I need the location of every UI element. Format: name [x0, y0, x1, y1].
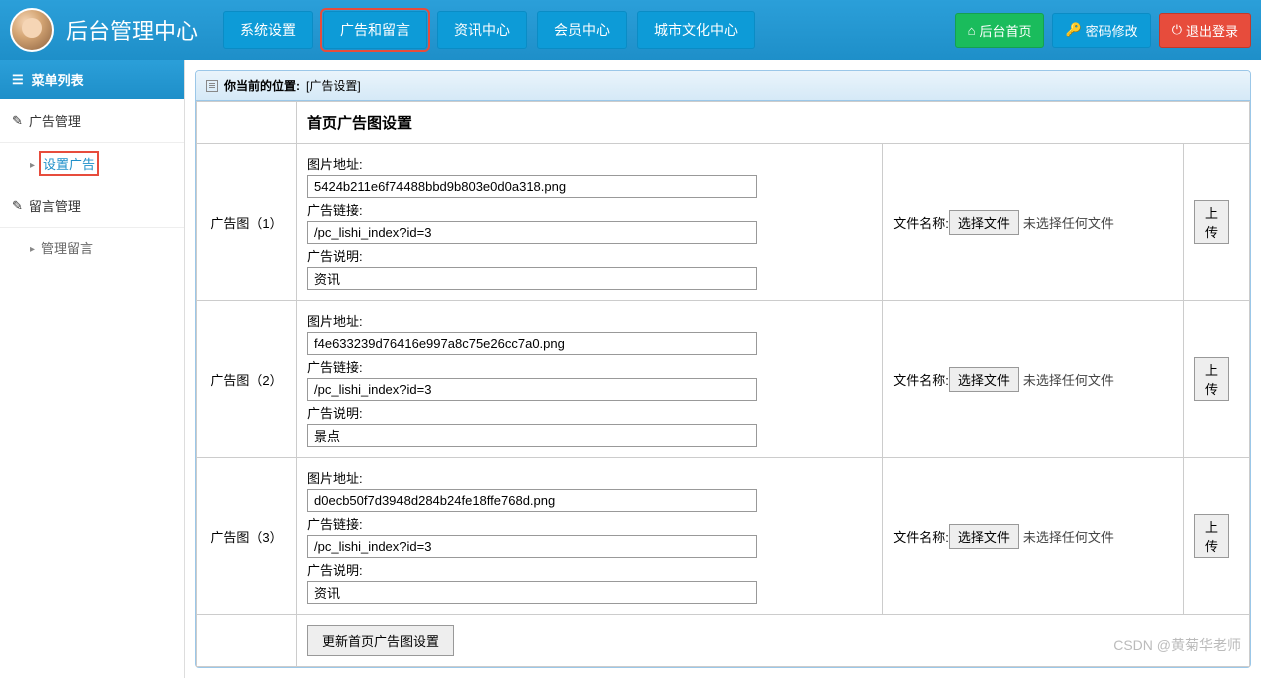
app-title: 后台管理中心 — [66, 14, 198, 46]
nav-city-culture[interactable]: 城市文化中心 — [637, 11, 755, 49]
ad-link-label: 广告链接: — [307, 514, 872, 533]
file-status: 未选择任何文件 — [1023, 373, 1114, 388]
img-addr-label: 图片地址: — [307, 468, 872, 487]
sidebar-item-label: 留言管理 — [29, 196, 81, 215]
power-icon: ⏻ — [1172, 22, 1182, 38]
choose-file-button[interactable]: 选择文件 — [949, 524, 1019, 549]
ad-desc-label: 广告说明: — [307, 246, 872, 265]
file-name-label: 文件名称: — [893, 530, 949, 545]
upload-button[interactable]: 上 传 — [1194, 357, 1229, 401]
ad-desc-input[interactable] — [307, 267, 757, 290]
img-addr-input[interactable] — [307, 489, 757, 512]
img-addr-label: 图片地址: — [307, 311, 872, 330]
ad-row-label: 广告图（2） — [197, 301, 297, 458]
sidebar-item-msg-manage[interactable]: 留言管理 — [0, 184, 184, 228]
ad-fields-cell: 图片地址: 广告链接: 广告说明: — [297, 144, 883, 301]
caret-icon — [30, 156, 35, 171]
key-icon: 🔑 — [1065, 22, 1081, 38]
nav-ads-messages[interactable]: 广告和留言 — [323, 11, 427, 49]
logout-button-label: 退出登录 — [1186, 21, 1238, 40]
sidebar-sub-label: 管理留言 — [41, 238, 93, 257]
watermark: CSDN @黄菊华老师 — [1113, 635, 1241, 655]
file-cell: 文件名称:选择文件未选择任何文件 — [883, 458, 1184, 615]
img-addr-input[interactable] — [307, 175, 757, 198]
ad-link-input[interactable] — [307, 535, 757, 558]
empty-cell — [197, 102, 297, 144]
sidebar-header: 菜单列表 — [0, 60, 184, 99]
caret-icon — [30, 240, 35, 255]
edit-icon — [12, 198, 23, 214]
ad-row-label: 广告图（3） — [197, 458, 297, 615]
sidebar-sub-set-ad[interactable]: 设置广告 — [0, 143, 184, 184]
ad-link-label: 广告链接: — [307, 200, 872, 219]
ad-desc-label: 广告说明: — [307, 560, 872, 579]
header-bar: 后台管理中心 系统设置 广告和留言 资讯中心 会员中心 城市文化中心 ⌂后台首页… — [0, 0, 1261, 60]
choose-file-button[interactable]: 选择文件 — [949, 367, 1019, 392]
breadcrumb-location: [广告设置] — [306, 77, 361, 94]
file-name-label: 文件名称: — [893, 373, 949, 388]
sidebar-header-label: 菜单列表 — [32, 70, 84, 89]
submit-button[interactable]: 更新首页广告图设置 — [307, 625, 454, 656]
hamburger-icon — [12, 72, 24, 88]
file-name-label: 文件名称: — [893, 216, 949, 231]
ad-fields-cell: 图片地址: 广告链接: 广告说明: — [297, 301, 883, 458]
edit-icon — [12, 113, 23, 129]
ad-desc-input[interactable] — [307, 424, 757, 447]
sidebar-sub-manage-msg[interactable]: 管理留言 — [0, 228, 184, 267]
breadcrumb: 你当前的位置: [广告设置] — [196, 71, 1250, 101]
sidebar-item-label: 广告管理 — [29, 111, 81, 130]
ad-desc-label: 广告说明: — [307, 403, 872, 422]
file-status: 未选择任何文件 — [1023, 216, 1114, 231]
password-button[interactable]: 🔑 密码修改 — [1052, 13, 1150, 48]
ad-link-input[interactable] — [307, 221, 757, 244]
ad-fields-cell: 图片地址: 广告链接: 广告说明: — [297, 458, 883, 615]
ad-link-label: 广告链接: — [307, 357, 872, 376]
ad-link-input[interactable] — [307, 378, 757, 401]
sidebar-sub-label: 设置广告 — [41, 153, 97, 174]
upload-button[interactable]: 上 传 — [1194, 514, 1229, 558]
ad-table: 首页广告图设置 广告图（1） 图片地址: 广告链接: 广告说明: 文件名称:选择… — [196, 101, 1250, 667]
home-button[interactable]: ⌂后台首页 — [955, 13, 1045, 48]
home-icon: ⌂ — [968, 23, 976, 38]
nav-member-center[interactable]: 会员中心 — [537, 11, 627, 49]
upload-button[interactable]: 上 传 — [1194, 200, 1229, 244]
nav-system-settings[interactable]: 系统设置 — [223, 11, 313, 49]
panel-title: 首页广告图设置 — [297, 102, 1250, 144]
page-icon — [206, 80, 218, 92]
choose-file-button[interactable]: 选择文件 — [949, 210, 1019, 235]
logout-button[interactable]: ⏻退出登录 — [1159, 13, 1251, 48]
avatar — [10, 8, 54, 52]
home-button-label: 后台首页 — [979, 21, 1031, 40]
file-cell: 文件名称:选择文件未选择任何文件 — [883, 301, 1184, 458]
empty-cell — [197, 615, 297, 667]
img-addr-input[interactable] — [307, 332, 757, 355]
breadcrumb-prefix: 你当前的位置: — [224, 77, 300, 94]
img-addr-label: 图片地址: — [307, 154, 872, 173]
file-status: 未选择任何文件 — [1023, 530, 1114, 545]
ad-desc-input[interactable] — [307, 581, 757, 604]
content-panel: 你当前的位置: [广告设置] 首页广告图设置 广告图（1） 图片地址: 广告链接… — [195, 70, 1251, 668]
nav-info-center[interactable]: 资讯中心 — [437, 11, 527, 49]
ad-row-label: 广告图（1） — [197, 144, 297, 301]
file-cell: 文件名称:选择文件未选择任何文件 — [883, 144, 1184, 301]
sidebar: 菜单列表 广告管理 设置广告 留言管理 管理留言 — [0, 60, 185, 678]
sidebar-item-ad-manage[interactable]: 广告管理 — [0, 99, 184, 143]
password-button-label: 密码修改 — [1086, 21, 1138, 40]
